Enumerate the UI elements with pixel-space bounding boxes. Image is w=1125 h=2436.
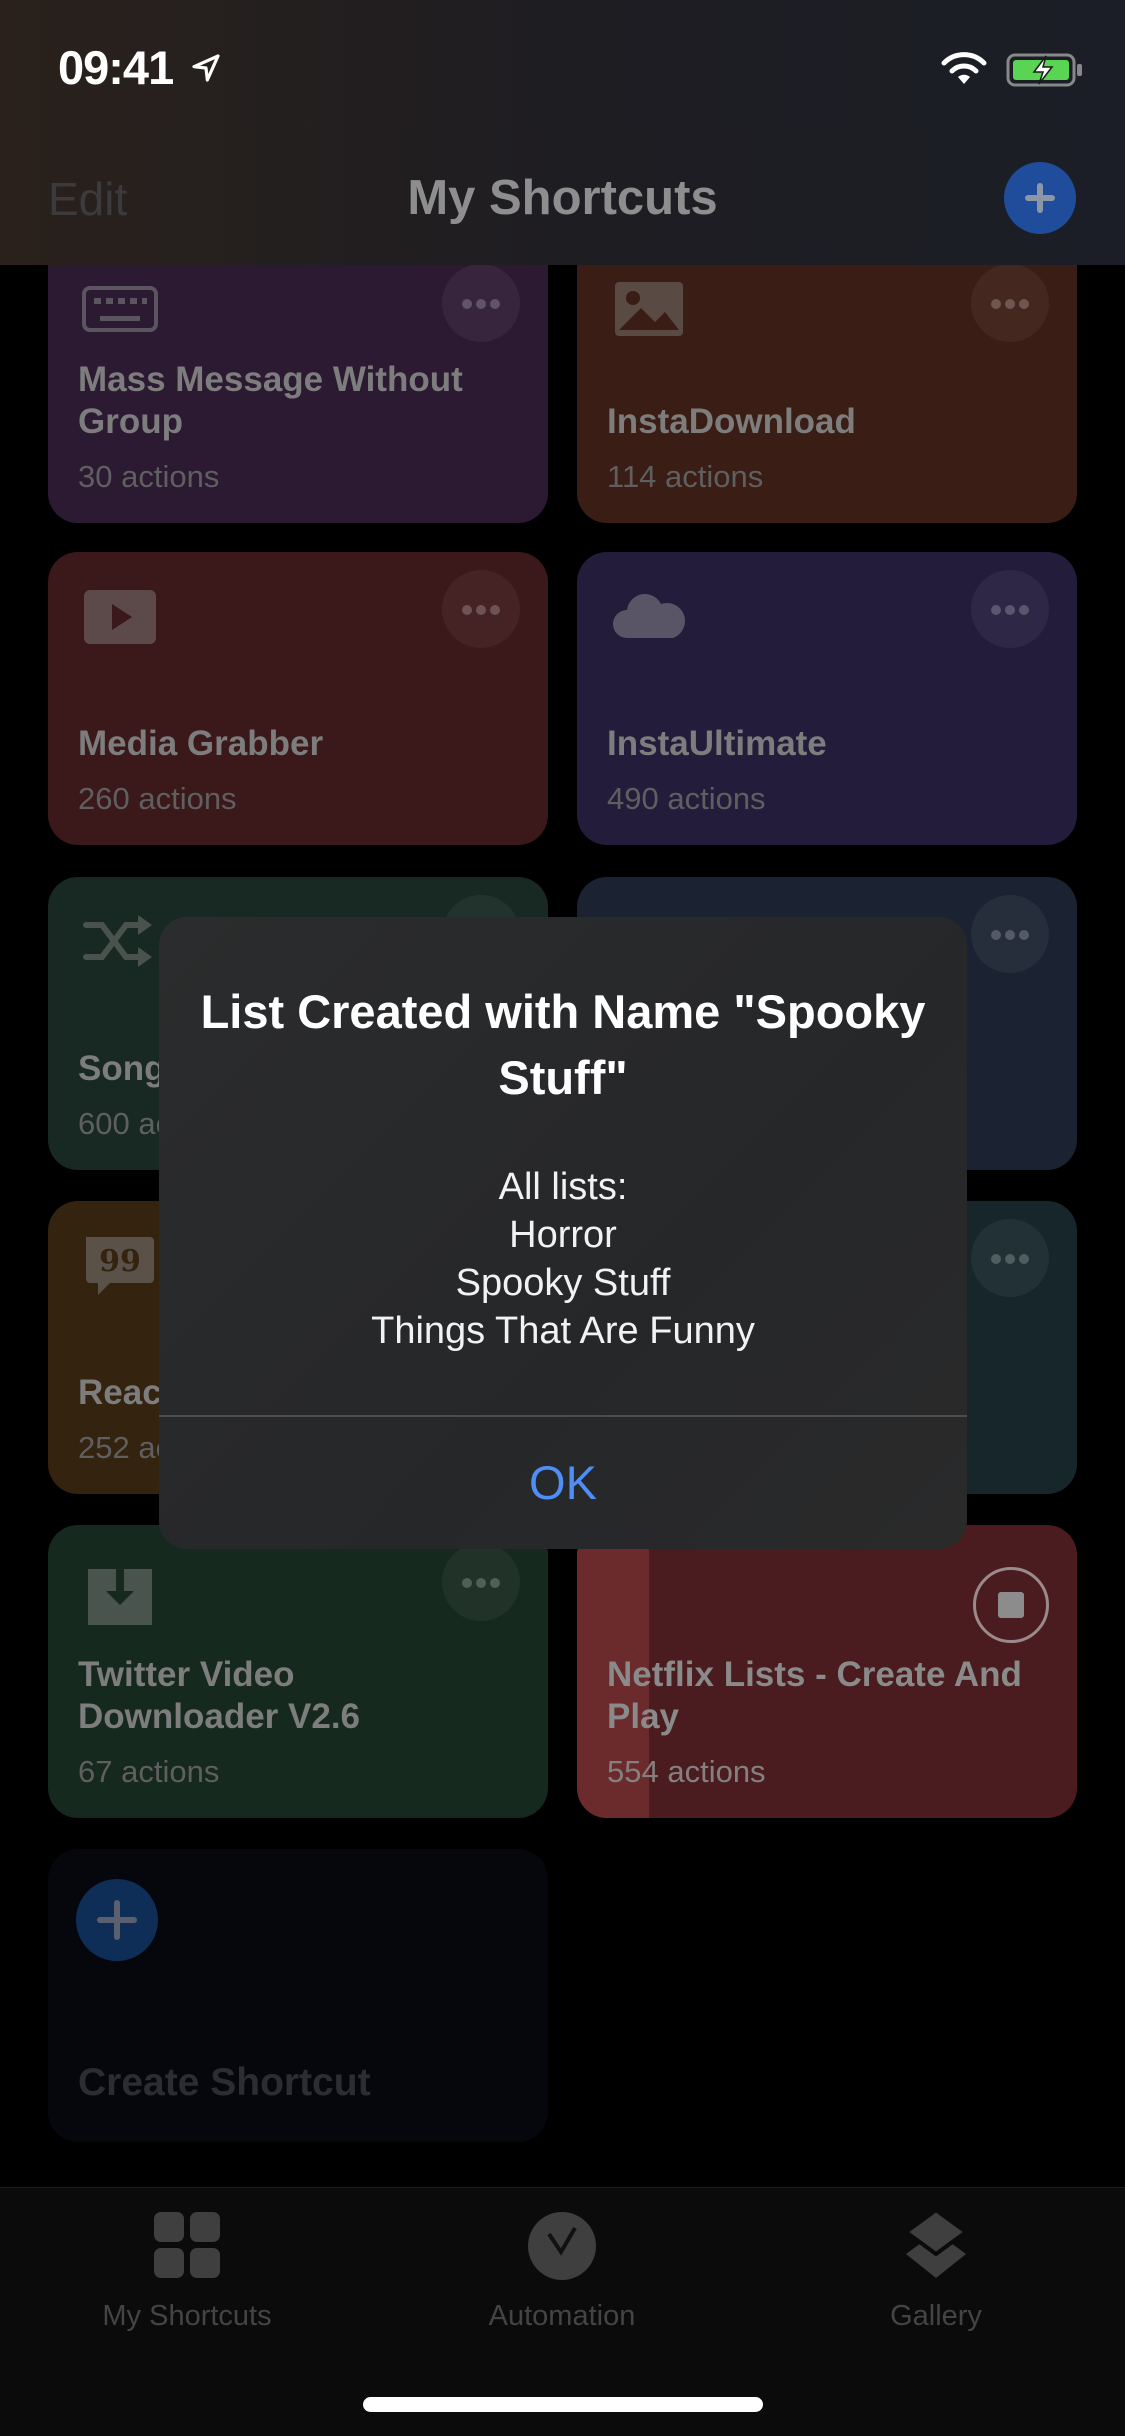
shortcut-card[interactable]: Media Grabber 260 actions <box>48 552 548 845</box>
alert-message: All lists: Horror Spooky Stuff Things Th… <box>199 1163 927 1355</box>
more-options-button[interactable] <box>442 1543 520 1621</box>
more-options-button[interactable] <box>442 570 520 648</box>
list-item: Horror <box>509 1214 617 1256</box>
more-options-button[interactable] <box>971 895 1049 973</box>
grid-icon <box>154 2212 220 2278</box>
shortcut-card-running[interactable]: Netflix Lists - Create And Play 554 acti… <box>577 1525 1077 1818</box>
clock-check-icon <box>528 2212 596 2280</box>
shortcut-card[interactable]: Twitter Video Downloader V2.6 67 actions <box>48 1525 548 1818</box>
shortcut-action-count: 114 actions <box>607 459 764 494</box>
cloud-icon <box>613 594 686 638</box>
page-title: My Shortcuts <box>407 171 718 225</box>
create-shortcut-card[interactable]: Create Shortcut <box>48 1849 548 2142</box>
more-options-button[interactable] <box>971 570 1049 648</box>
list-item: Things That Are Funny <box>371 1310 755 1352</box>
home-indicator[interactable] <box>363 2397 763 2412</box>
shortcut-name: Mass Message Without Group <box>78 360 463 441</box>
shuffle-icon <box>83 915 152 967</box>
tab-automation[interactable]: Automation <box>412 2208 712 2333</box>
alert-title: List Created with Name "Spooky Stuff" <box>200 985 926 1104</box>
keyboard-icon <box>82 286 158 332</box>
shortcut-action-count: 490 actions <box>607 781 766 816</box>
photo-icon <box>615 282 683 336</box>
layers-icon <box>902 2208 970 2278</box>
shortcut-name: InstaUltimate <box>607 724 827 763</box>
shortcut-name: Media Grabber <box>78 724 324 763</box>
shortcut-action-count: 554 actions <box>607 1754 766 1789</box>
status-time: 09:41 <box>58 41 174 94</box>
shortcut-name: Netflix Lists - Create And Play <box>607 1655 1022 1736</box>
ok-button[interactable]: OK <box>159 1417 967 1549</box>
create-shortcut-label: Create Shortcut <box>78 2061 371 2104</box>
shortcut-action-count: 30 actions <box>78 459 220 494</box>
alert-dialog: List Created with Name "Spooky Stuff" Al… <box>159 917 967 1549</box>
quote-bubble-icon: 99 <box>86 1237 154 1295</box>
download-icon <box>88 1559 152 1625</box>
svg-text:99: 99 <box>99 1244 141 1279</box>
alert-body-heading: All lists: <box>498 1166 628 1208</box>
navigation-header: 09:41 Edit My Shortcuts <box>0 0 1125 265</box>
tab-gallery[interactable]: Gallery <box>786 2208 1086 2333</box>
more-options-button[interactable] <box>971 1219 1049 1297</box>
battery-charging-icon <box>1006 53 1082 87</box>
wifi-icon <box>941 52 987 84</box>
shortcut-name: Twitter Video Downloader V2.6 <box>78 1655 361 1736</box>
shortcut-card[interactable]: InstaUltimate 490 actions <box>577 552 1077 845</box>
play-icon <box>84 590 156 644</box>
shortcut-action-count: 260 actions <box>78 781 237 816</box>
shortcut-action-count: 67 actions <box>78 1754 220 1789</box>
tab-label: Gallery <box>890 2300 982 2332</box>
location-arrow-icon <box>192 54 220 82</box>
more-options-button[interactable] <box>442 264 520 342</box>
shortcut-name: InstaDownload <box>607 402 856 441</box>
list-item: Spooky Stuff <box>455 1262 671 1304</box>
tab-label: Automation <box>488 2300 636 2332</box>
tab-my-shortcuts[interactable]: My Shortcuts <box>37 2208 337 2333</box>
more-options-button[interactable] <box>971 264 1049 342</box>
stop-button[interactable] <box>973 1567 1049 1643</box>
tab-label: My Shortcuts <box>102 2300 272 2332</box>
plus-icon <box>76 1879 158 1961</box>
add-shortcut-button[interactable] <box>1004 162 1076 234</box>
